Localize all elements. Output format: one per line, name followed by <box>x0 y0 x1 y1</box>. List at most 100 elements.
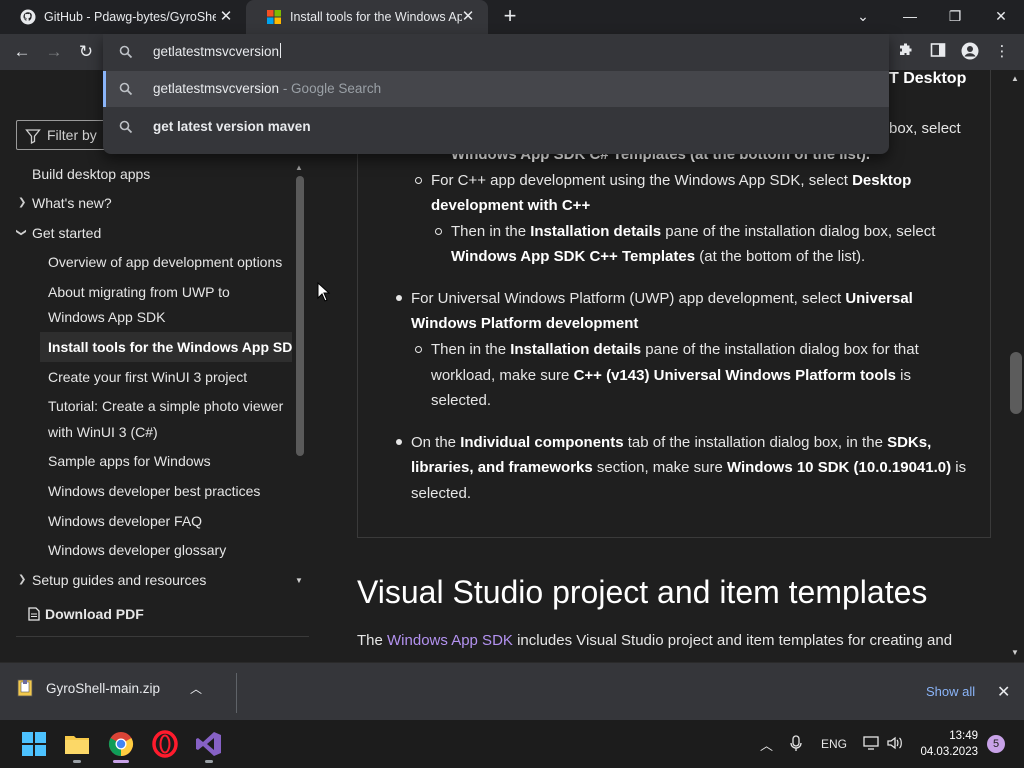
toc-item-selected[interactable]: Install tools for the Windows App SDK <box>40 332 302 362</box>
github-icon <box>20 9 36 25</box>
filter-icon <box>25 129 41 144</box>
toc-item[interactable]: with WinUI 3 (C#) <box>48 424 158 440</box>
chevron-right-icon[interactable]: ❯ <box>18 197 26 208</box>
zip-file-icon <box>17 679 33 697</box>
address-bar-input[interactable]: getlatestmsvcversion <box>153 43 282 59</box>
language-indicator[interactable]: ENG <box>821 737 847 751</box>
suggestion-item[interactable]: getlatestmsvcversion - Google Search <box>103 71 889 107</box>
close-tab-icon[interactable]: ✕ <box>218 9 234 25</box>
tab-title: Install tools for the Windows App <box>290 10 462 24</box>
filter-placeholder: Filter by <box>47 127 97 143</box>
toc-item[interactable]: Windows App SDK <box>48 309 166 325</box>
file-explorer-icon[interactable] <box>63 730 91 758</box>
omnibox-dropdown: getlatestmsvcversion getlatestmsvcversio… <box>103 34 889 154</box>
windows-app-sdk-link[interactable]: Windows App SDK <box>387 632 513 649</box>
list-item: For Universal Windows Platform (UWP) app… <box>411 290 913 307</box>
toc-item[interactable]: Build desktop apps <box>32 166 150 182</box>
menu-kebab-icon[interactable]: ⋮ <box>992 42 1012 62</box>
search-icon <box>119 45 133 59</box>
download-filename: GyroShell-main.zip <box>46 680 161 696</box>
suggestion-text: get latest version maven <box>153 119 311 134</box>
page-scroll-thumb[interactable] <box>1010 352 1022 414</box>
scroll-down-icon[interactable]: ▼ <box>295 576 303 585</box>
profile-avatar-icon[interactable] <box>960 42 980 62</box>
microsoft-logo-icon <box>267 10 281 24</box>
bullet-circle <box>415 346 422 353</box>
list-item: Then in the Installation details pane of… <box>431 341 919 358</box>
mouse-cursor-icon <box>317 282 331 302</box>
download-pdf-link[interactable]: Download PDF <box>28 606 144 622</box>
toc-item[interactable]: Windows developer glossary <box>48 542 226 558</box>
list-item-cont: selected. <box>411 485 472 502</box>
list-item-cont: development with C++ <box>431 197 591 214</box>
toc-item[interactable]: About migrating from UWP to <box>48 284 230 300</box>
scroll-up-icon[interactable]: ▲ <box>295 163 303 172</box>
chrome-icon[interactable] <box>107 730 135 758</box>
toc-item[interactable]: Tutorial: Create a simple photo viewer <box>48 398 283 414</box>
forward-button[interactable]: → <box>42 40 66 64</box>
extensions-icon[interactable] <box>896 42 916 62</box>
opera-icon[interactable] <box>151 730 179 758</box>
clock-date: 04.03.2023 <box>920 746 978 758</box>
toc-item[interactable]: Setup guides and resources <box>32 572 206 588</box>
tab-github[interactable]: GitHub - Pdawg-bytes/GyroShell ✕ <box>0 0 246 34</box>
address-bar-value: getlatestmsvcversion <box>153 44 280 59</box>
toc-item[interactable]: Windows developer FAQ <box>48 513 202 529</box>
running-indicator <box>73 760 81 763</box>
suggestion-text: getlatestmsvcversion <box>153 81 280 96</box>
tab-strip: GitHub - Pdawg-bytes/GyroShell ✕ Install… <box>0 0 1024 34</box>
list-item-cont: selected. <box>431 392 492 409</box>
toc-item[interactable]: Sample apps for Windows <box>48 453 211 469</box>
show-all-button[interactable]: Show all <box>926 684 975 699</box>
reload-button[interactable]: ↻ <box>74 40 98 64</box>
paragraph: The Windows App SDK includes Visual Stud… <box>357 632 953 649</box>
bullet-disc <box>396 439 402 445</box>
list-item-cont: libraries, and frameworks section, make … <box>411 459 967 476</box>
windows-taskbar: ︿ ENG 13:49 04.03.2023 <box>0 720 1024 768</box>
tab-install-tools[interactable]: Install tools for the Windows App ✕ <box>246 0 488 34</box>
scroll-up-icon[interactable]: ▲ <box>1011 74 1019 83</box>
suggestion-item[interactable]: get latest version maven <box>103 109 889 145</box>
chevron-down-icon[interactable]: ❯ <box>16 228 27 236</box>
taskbar-clock[interactable]: 13:49 04.03.2023 <box>916 728 978 760</box>
toc-item[interactable]: Windows developer best practices <box>48 483 260 499</box>
close-download-bar-icon[interactable]: ✕ <box>997 682 1010 702</box>
toc-scroll-thumb[interactable] <box>296 176 304 456</box>
new-tab-button[interactable]: + <box>498 5 522 29</box>
list-item-cont: Windows Platform development <box>411 315 639 332</box>
tab-search-icon[interactable]: ⌄ <box>848 4 878 28</box>
running-indicator <box>205 760 213 763</box>
chevron-up-icon[interactable]: ︿ <box>190 680 202 697</box>
network-icon[interactable] <box>863 735 881 751</box>
section-heading: Visual Studio project and item templates <box>357 574 928 610</box>
microphone-icon[interactable] <box>789 735 803 753</box>
side-panel-icon[interactable] <box>928 42 948 62</box>
notification-badge[interactable]: 5 <box>987 735 1005 753</box>
close-tab-icon[interactable]: ✕ <box>460 9 476 25</box>
active-indicator <box>113 760 129 763</box>
volume-icon[interactable] <box>886 735 904 751</box>
back-button[interactable]: ← <box>10 40 34 64</box>
divider <box>236 673 237 713</box>
bullet-circle <box>415 177 422 184</box>
show-hidden-icons[interactable]: ︿ <box>760 735 773 754</box>
list-item: For C++ app development using the Window… <box>431 172 912 189</box>
close-window-button[interactable]: ✕ <box>986 4 1016 28</box>
download-shelf: GyroShell-main.zip ︿ Show all ✕ <box>0 662 1024 720</box>
partial-text: box, select <box>889 120 961 137</box>
restore-button[interactable]: ❐ <box>940 4 970 28</box>
toc-item[interactable]: Create your first WinUI 3 project <box>48 369 247 385</box>
list-item: On the Individual components tab of the … <box>411 434 932 451</box>
toc-item[interactable]: What's new? <box>32 195 112 211</box>
visual-studio-icon[interactable] <box>195 730 223 758</box>
download-item[interactable]: GyroShell-main.zip ︿ <box>16 679 202 697</box>
windows-start-icon[interactable] <box>20 730 48 758</box>
toc-item[interactable]: Get started <box>32 225 101 241</box>
tab-title: GitHub - Pdawg-bytes/GyroShell <box>44 10 216 24</box>
chevron-right-icon[interactable]: ❯ <box>18 574 26 585</box>
toc-item[interactable]: Overview of app development options <box>48 254 282 270</box>
search-icon <box>119 82 133 96</box>
scroll-down-icon[interactable]: ▼ <box>1011 648 1019 657</box>
list-item: Then in the Installation details pane of… <box>451 223 936 240</box>
minimize-button[interactable]: — <box>895 4 925 28</box>
